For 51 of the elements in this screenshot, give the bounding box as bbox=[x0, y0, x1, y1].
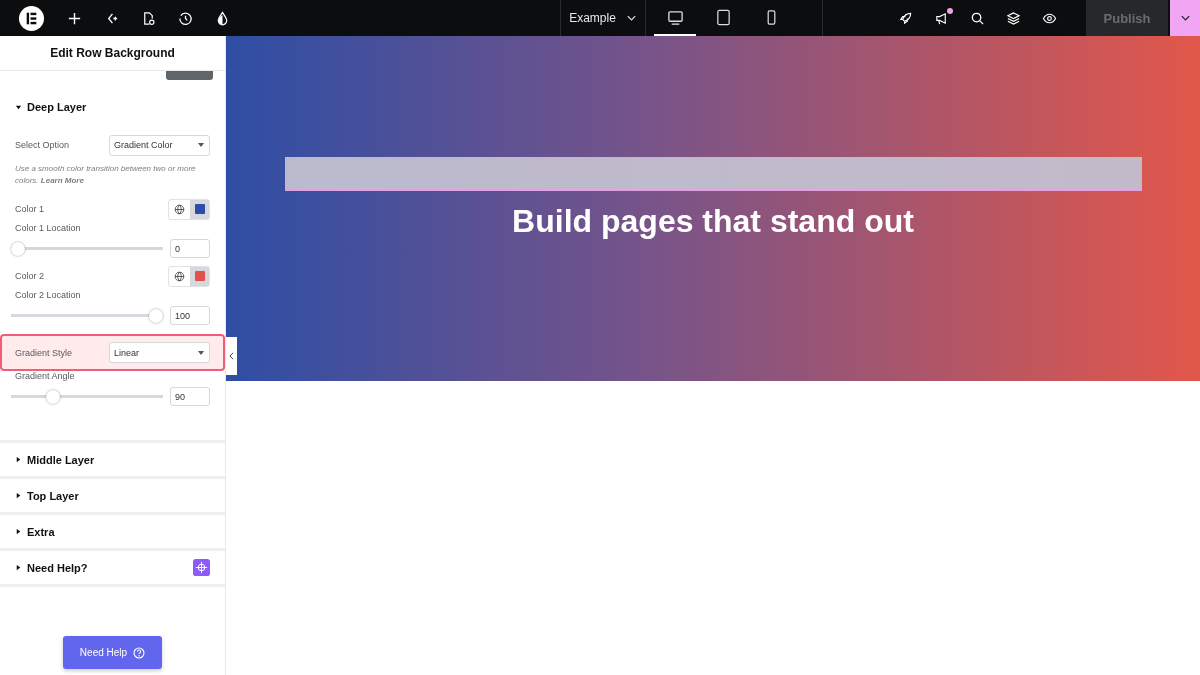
help-text: Use a smooth color transition between two or more colors. Learn More bbox=[14, 163, 197, 187]
section-header[interactable]: Deep Layer bbox=[15, 101, 87, 113]
caret-icon bbox=[197, 349, 205, 356]
triangle-icon bbox=[15, 456, 22, 463]
field-label: Select Option bbox=[15, 140, 70, 150]
hero-heading: Build pages that stand out bbox=[512, 203, 914, 240]
plugin-badge-icon[interactable] bbox=[193, 559, 210, 576]
megaphone-icon[interactable] bbox=[934, 10, 949, 26]
globe-icon[interactable] bbox=[174, 270, 185, 282]
page-settings-icon[interactable] bbox=[141, 10, 156, 26]
color-swatch[interactable] bbox=[194, 204, 205, 214]
slider-thumb[interactable] bbox=[11, 241, 25, 256]
section-header[interactable]: Extra bbox=[15, 525, 55, 538]
field-label: Gradient Style bbox=[15, 347, 73, 358]
select-field[interactable]: Linear bbox=[109, 342, 210, 363]
section-header[interactable]: Need Help? bbox=[15, 561, 88, 574]
slider-thumb[interactable] bbox=[149, 308, 163, 323]
chevron-down-icon bbox=[1179, 14, 1191, 22]
field-label: Color 2 Location bbox=[15, 290, 82, 300]
chevron-down-icon bbox=[625, 14, 637, 22]
triangle-icon bbox=[15, 564, 22, 571]
field-label: Color 1 bbox=[15, 204, 44, 214]
globe-icon[interactable] bbox=[174, 203, 185, 215]
monitor-icon bbox=[666, 8, 684, 26]
field-label: Gradient Angle bbox=[15, 371, 76, 381]
add-icon[interactable] bbox=[67, 10, 82, 26]
tablet-icon bbox=[714, 8, 732, 26]
section-header[interactable]: Top Layer bbox=[15, 489, 79, 502]
history-icon[interactable] bbox=[178, 10, 193, 26]
rocket-icon[interactable] bbox=[898, 10, 913, 26]
number-field[interactable]: 90 bbox=[170, 387, 210, 406]
panel-collapse-handle[interactable] bbox=[226, 337, 237, 375]
section-header[interactable]: Middle Layer bbox=[15, 453, 95, 466]
number-field[interactable]: 100 bbox=[170, 306, 210, 325]
help-icon bbox=[133, 646, 146, 659]
select-field[interactable]: Gradient Color bbox=[109, 134, 210, 156]
number-field[interactable]: 0 bbox=[170, 239, 210, 258]
caret-icon bbox=[197, 142, 205, 148]
triangle-icon bbox=[15, 492, 22, 499]
logo-icon[interactable] bbox=[18, 4, 45, 32]
need-help-button[interactable]: Need Help bbox=[63, 636, 162, 669]
slider-thumb[interactable] bbox=[45, 389, 60, 404]
search-icon[interactable] bbox=[970, 10, 985, 26]
triangle-icon bbox=[15, 528, 22, 535]
triangle-icon bbox=[15, 103, 22, 111]
color-swatch[interactable] bbox=[194, 271, 205, 281]
field-label: Color 1 Location bbox=[15, 223, 82, 233]
field-label: Color 2 bbox=[15, 271, 44, 281]
droplet-icon[interactable] bbox=[215, 10, 230, 26]
layers-icon[interactable] bbox=[1006, 10, 1021, 26]
chevron-left-icon bbox=[229, 352, 234, 360]
